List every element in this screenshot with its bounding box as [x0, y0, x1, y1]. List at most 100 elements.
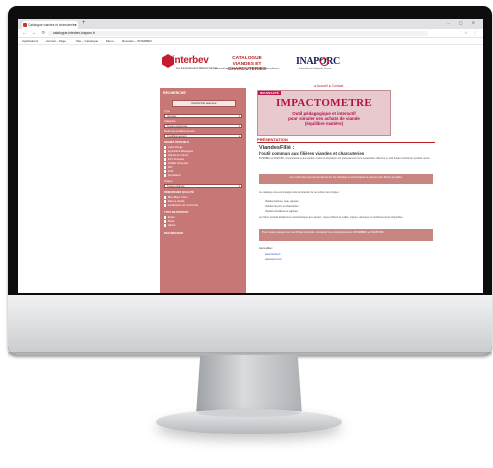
inaporc-tagline: Interprofession Nationale Porcine	[299, 68, 332, 70]
checkbox-icon	[164, 162, 167, 165]
window-controls[interactable]: – ▢ ✕	[447, 20, 479, 25]
note-box: Pour toute question sur les fiches produ…	[259, 229, 433, 241]
highlight-box: Cet outil vous permet de découvrir les v…	[259, 174, 433, 184]
category-select[interactable]: Toutes catégories ▾	[164, 124, 242, 128]
checkbox-icon	[164, 150, 167, 153]
checkbox-label: AOP	[167, 170, 174, 173]
checkbox-item[interactable]: Haché	[164, 224, 175, 227]
checkbox-item[interactable]: Porc Français	[164, 158, 184, 161]
checkbox-label: Piécé	[167, 220, 175, 223]
bookmark-item[interactable]: Accueil – Page	[46, 38, 66, 44]
mode-select-value: Conditionnement	[167, 135, 187, 138]
address-bar-row: ← → ⟳ catalogue-interbev-inaporc.fr ☆ ⋮	[18, 29, 483, 38]
checkbox-icon	[164, 204, 167, 207]
checkbox-icon	[164, 224, 167, 227]
inaporc-pig-icon	[320, 58, 329, 66]
close-tab-icon[interactable]: ×	[75, 21, 77, 29]
tab-title: Catalogue viandes et charcuteries	[28, 23, 77, 27]
sidebar-heading: RECHERCHE	[163, 91, 186, 95]
checkbox-label: Bleu Blanc Cœur	[167, 196, 188, 199]
banner-subtitle-line: (équilibre matière)	[304, 121, 344, 127]
checkbox-icon	[164, 196, 167, 199]
bullet-item: Viandes bovines, veau, agneau	[265, 200, 299, 203]
checkbox-label: Race à viande	[167, 200, 185, 203]
intro-paragraph: INTERBEV et INAPORC, interprofessions de…	[259, 158, 431, 160]
checkbox-item[interactable]: Piécé	[164, 220, 174, 223]
checkbox-label: Viande de France	[167, 154, 189, 157]
inaporc-name: INAPORC	[296, 56, 340, 67]
screen: Catalogue viandes et charcuteries × + – …	[18, 19, 483, 293]
checkbox-icon	[164, 216, 167, 219]
search-submit-link[interactable]: RECHERCHER	[164, 232, 183, 235]
bookmark-item[interactable]: Applications	[22, 38, 38, 44]
checkbox-icon	[164, 154, 167, 157]
advanced-search-button[interactable]: Recherche avancée	[172, 100, 236, 107]
checkbox-item[interactable]: Volaille Française	[164, 162, 188, 165]
checkbox-icon	[164, 220, 167, 223]
checkbox-label: Certification de conformité	[167, 204, 199, 207]
origin-select-value: Toutes origines	[167, 185, 185, 188]
checkbox-label: Agriculture Biologique	[167, 150, 194, 153]
checkbox-icon	[164, 200, 167, 203]
chevron-down-icon: ▾	[238, 185, 240, 188]
paragraph: Les fiches produits détaillent les carac…	[259, 217, 404, 219]
checkbox-item[interactable]: Certification de conformité	[164, 204, 198, 207]
monitor-stand-base-top	[198, 409, 300, 417]
banner-tag: NOUVEAUTÉ	[258, 91, 281, 95]
checkbox-label: Appellation	[167, 174, 181, 177]
chevron-down-icon: ▾	[238, 115, 240, 118]
checkbox-item[interactable]: Agriculture Biologique	[164, 150, 193, 153]
checkbox-label: Volaille Française	[167, 162, 189, 165]
checkbox-item[interactable]: Bleu Blanc Cœur	[164, 196, 188, 199]
external-link[interactable]: www.interbev.fr	[265, 254, 281, 256]
interbev-logo[interactable]: interbev Les Interprofessions Bétail & V…	[162, 54, 218, 72]
catalogue-title-line2: VIANDES ET CHARCUTERIES	[227, 61, 267, 73]
url-field[interactable]: catalogue-interbev-inaporc.fr	[48, 30, 428, 36]
bookmark-item[interactable]: Menu	[106, 38, 114, 44]
bookmark-item[interactable]: Site – Catalogue	[76, 38, 98, 44]
checkbox-item[interactable]: Label Rouge	[164, 146, 183, 149]
main-content: NOUVEAUTÉ IMPACTOMETRE Outil pédagogique…	[251, 88, 441, 293]
checkbox-icon	[164, 166, 167, 169]
checkbox-item[interactable]: Entier	[164, 216, 175, 219]
category-label: Catégorie	[164, 120, 176, 123]
paragraph: Ce catalogue vous accompagne dans la réd…	[259, 192, 340, 194]
impactometre-banner[interactable]: NOUVEAUTÉ IMPACTOMETRE Outil pédagogique…	[257, 90, 391, 136]
checkbox-icon	[164, 170, 167, 173]
checkbox-item[interactable]: Appellation	[164, 174, 181, 177]
monitor-stand-neck	[196, 355, 302, 415]
browser-tab[interactable]: Catalogue viandes et charcuteries ×	[22, 21, 78, 29]
chevron-down-icon: ▾	[238, 135, 240, 138]
checkbox-label: Porc Français	[167, 158, 184, 161]
qualities-heading: DÉMARCHES QUALITÉ	[164, 191, 194, 194]
type-select[interactable]: Viandes ▾	[164, 114, 242, 118]
checkbox-label: Entier	[167, 216, 175, 219]
origin-select[interactable]: Toutes origines ▾	[164, 184, 242, 188]
bullet-item: Viandes de porc et charcuteries	[265, 205, 299, 208]
external-link[interactable]: www.leporc.com	[265, 259, 282, 261]
checkbox-item[interactable]: Race à viande	[164, 200, 184, 203]
mode-select[interactable]: Conditionnement ▾	[164, 134, 242, 138]
checkbox-item[interactable]: Viande de France	[164, 154, 188, 157]
checkbox-item[interactable]: IGP	[164, 166, 172, 169]
bookmark-item[interactable]: Recettes – INTERBEV	[122, 38, 152, 44]
checkbox-icon	[164, 158, 167, 161]
bullet-item: Viandes chevalines et caprines	[265, 210, 298, 213]
web-page: interbev Les Interprofessions Bétail & V…	[18, 45, 483, 293]
extension-icons[interactable]: ☆ ⋮	[464, 29, 479, 37]
nav-buttons[interactable]: ← → ⟳	[22, 29, 47, 37]
chevron-down-icon: ▾	[238, 125, 240, 128]
interbev-tagline: Les Interprofessions Bétail & Viandes	[176, 67, 218, 70]
checkbox-label: Haché	[167, 224, 176, 227]
type-select-value: Viandes	[167, 115, 177, 118]
checkbox-item[interactable]: AOP	[164, 170, 173, 173]
origin-label: Origine	[164, 180, 173, 183]
inaporc-logo[interactable]: INAPORC Interprofession Nationale Porcin…	[296, 56, 342, 72]
tab-bar: Catalogue viandes et charcuteries × + – …	[18, 19, 483, 29]
new-tab-icon[interactable]: +	[82, 20, 86, 26]
cuts-heading: TYPE DE PRODUIT	[164, 211, 189, 214]
search-sidebar: RECHERCHE Recherche avancée Type Viandes…	[160, 88, 246, 293]
favicon-icon	[23, 23, 27, 27]
category-select-value: Toutes catégories	[167, 125, 188, 128]
banner-subtitle: Outil pédagogique et interactif pour sim…	[258, 111, 390, 127]
